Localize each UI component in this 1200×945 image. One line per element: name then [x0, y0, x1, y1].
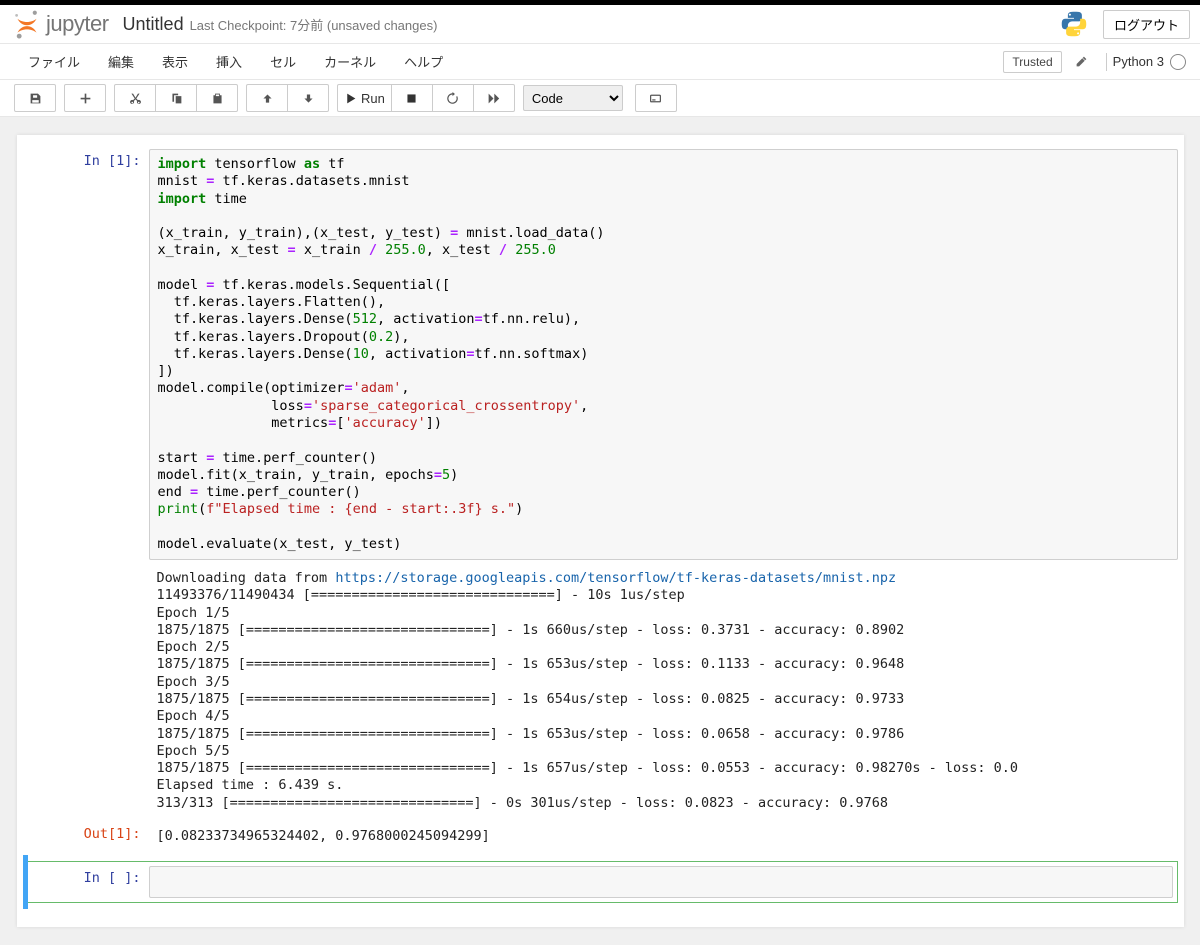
move-up-button[interactable] [246, 84, 288, 112]
output-prompt-empty [23, 564, 149, 818]
menu-view[interactable]: 表示 [148, 44, 202, 79]
code-cell-active[interactable]: In [ ]: [23, 855, 1178, 909]
menu-file[interactable]: ファイル [14, 44, 94, 79]
trusted-indicator[interactable]: Trusted [1003, 51, 1061, 73]
code-input-area[interactable] [149, 866, 1173, 898]
menu-cell[interactable]: セル [256, 44, 310, 79]
paste-button[interactable] [196, 84, 238, 112]
add-cell-button[interactable] [64, 84, 106, 112]
copy-button[interactable] [155, 84, 197, 112]
cell-type-select[interactable]: Code [523, 85, 623, 111]
code-cell[interactable]: In [1]: import tensorflow as tf mnist = … [23, 149, 1178, 560]
run-button-label: Run [361, 91, 385, 106]
output-stdout: Downloading data from https://storage.go… [23, 564, 1178, 818]
menu-help[interactable]: ヘルプ [390, 44, 457, 79]
menu-kernel[interactable]: カーネル [310, 44, 390, 79]
logout-button[interactable]: ログアウト [1103, 10, 1190, 39]
kernel-name[interactable]: Python 3 [1113, 54, 1164, 69]
jupyter-icon [14, 9, 40, 39]
output-prompt: Out[1]: [23, 822, 149, 851]
restart-button[interactable] [432, 84, 474, 112]
move-down-button[interactable] [287, 84, 329, 112]
menu-insert[interactable]: 挿入 [202, 44, 256, 79]
input-prompt: In [ ]: [23, 866, 149, 898]
toolbar: Run Code [0, 80, 1200, 117]
jupyter-logo-text: jupyter [46, 11, 109, 37]
result-text: [0.08233734965324402, 0.9768000245094299… [149, 822, 1178, 851]
menu-edit[interactable]: 編集 [94, 44, 148, 79]
restart-run-all-button[interactable] [473, 84, 515, 112]
menu-bar: ファイル 編集 表示 挿入 セル カーネル ヘルプ Trusted Python… [0, 44, 1200, 80]
code-input-area[interactable]: import tensorflow as tf mnist = tf.keras… [149, 149, 1178, 560]
command-palette-button[interactable] [635, 84, 677, 112]
notebook-header: jupyter Untitled Last Checkpoint: 7分前 (u… [0, 5, 1200, 44]
kernel-indicator-icon [1170, 54, 1186, 70]
cut-button[interactable] [114, 84, 156, 112]
python-logo-icon [1059, 9, 1089, 39]
jupyter-logo[interactable]: jupyter [14, 9, 109, 39]
interrupt-button[interactable] [391, 84, 433, 112]
run-button[interactable]: Run [337, 84, 392, 112]
stdout-text: Downloading data from https://storage.go… [149, 564, 1178, 818]
notebook-container: In [1]: import tensorflow as tf mnist = … [17, 135, 1184, 927]
stdout-rest: 11493376/11490434 [=====================… [157, 587, 1019, 810]
checkpoint-text: Last Checkpoint: 7分前 (unsaved changes) [190, 15, 438, 34]
notebook-title[interactable]: Untitled [123, 14, 184, 35]
save-button[interactable] [14, 84, 56, 112]
output-result: Out[1]: [0.08233734965324402, 0.97680002… [23, 822, 1178, 851]
edit-metadata-icon[interactable] [1070, 50, 1094, 74]
input-prompt: In [1]: [23, 149, 149, 560]
